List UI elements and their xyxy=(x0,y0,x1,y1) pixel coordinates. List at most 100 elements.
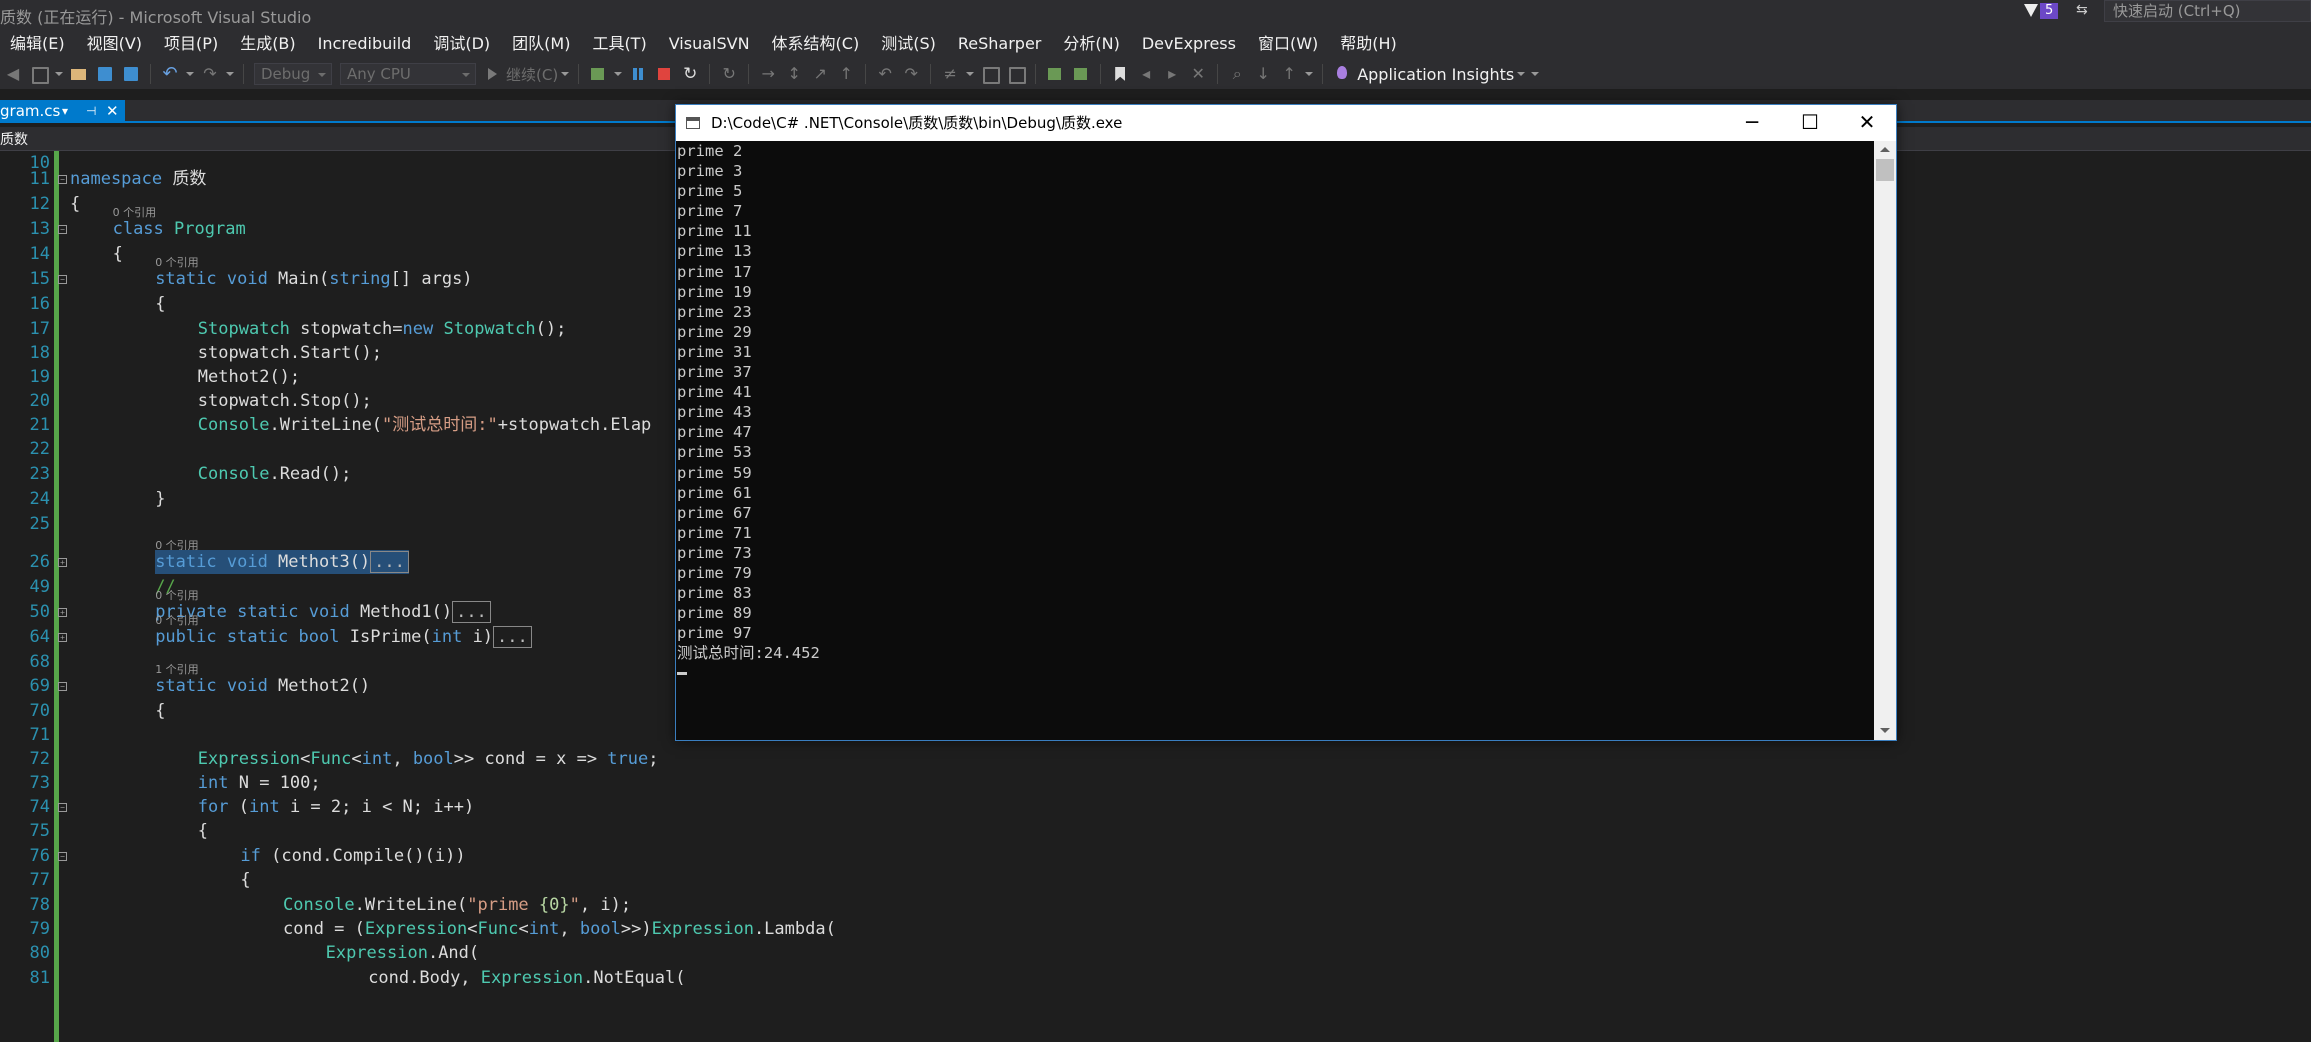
find-icon[interactable]: ⌕ xyxy=(1228,65,1246,83)
code-line[interactable]: 78 Console.WriteLine("prime {0}", i); xyxy=(0,893,2311,917)
redo-icon[interactable]: ↷ xyxy=(201,65,219,83)
code-line[interactable]: 73 int N = 100; xyxy=(0,771,2311,795)
comment-lines-icon[interactable] xyxy=(1046,65,1064,83)
save-icon[interactable] xyxy=(96,65,114,83)
open-file-icon[interactable] xyxy=(70,65,88,83)
new-project-dropdown-icon[interactable] xyxy=(55,72,63,76)
code-line[interactable]: 79 cond = (Expression<Func<int, bool>>)Ex… xyxy=(0,917,2311,941)
code-line[interactable]: 80 Expression.And( xyxy=(0,941,2311,965)
bookmark-icon[interactable] xyxy=(1111,65,1129,83)
continue-dropdown-icon[interactable] xyxy=(561,72,570,76)
application-insights-dropdown-icon[interactable] xyxy=(1517,72,1526,76)
menu-item[interactable]: ReSharper xyxy=(948,29,1054,59)
show-next-statement-icon[interactable]: ↻ xyxy=(720,65,738,83)
code-line[interactable]: 81 cond.Body, Expression.NotEqual( xyxy=(0,966,2311,990)
expand-region-icon[interactable]: + xyxy=(58,633,67,642)
menu-item[interactable]: 视图(V) xyxy=(77,29,154,59)
break-all-icon[interactable] xyxy=(629,65,647,83)
maximize-button[interactable]: ☐ xyxy=(1781,105,1839,141)
minimize-button[interactable]: ─ xyxy=(1723,105,1781,141)
threads-icon[interactable] xyxy=(981,65,1001,84)
arrow-up-icon[interactable]: ↑ xyxy=(1280,65,1298,83)
scrollbar-thumb[interactable] xyxy=(1876,159,1894,181)
menu-item[interactable]: 编辑(E) xyxy=(0,29,77,59)
code-line[interactable]: 77 { xyxy=(0,868,2311,892)
menu-item[interactable]: 生成(B) xyxy=(230,29,307,59)
console-title-bar[interactable]: D:\Code\C# .NET\Console\质数\质数\bin\Debug\… xyxy=(676,105,1896,141)
stack-frame-icon[interactable] xyxy=(1007,65,1027,84)
collapse-region-icon[interactable]: − xyxy=(58,803,67,812)
collapsed-region-marker[interactable]: ... xyxy=(452,601,491,623)
hex-display-icon[interactable]: ≠ xyxy=(941,65,959,83)
console-scrollbar[interactable] xyxy=(1874,141,1896,740)
history-back-icon[interactable]: ↶ xyxy=(876,65,894,83)
code-line[interactable]: 72 Expression<Func<int, bool>> cond = x =… xyxy=(0,747,2311,771)
uncomment-lines-icon[interactable] xyxy=(1072,65,1090,83)
step-back-icon[interactable]: ↑ xyxy=(837,65,855,83)
menu-item[interactable]: 分析(N) xyxy=(1053,29,1131,59)
collapse-region-icon[interactable]: − xyxy=(58,682,67,691)
arrow-down-icon[interactable]: ↓ xyxy=(1254,65,1272,83)
toolbar-overflow-icon[interactable] xyxy=(1531,72,1540,76)
close-button[interactable]: ✕ xyxy=(1838,105,1896,141)
new-project-icon[interactable] xyxy=(30,65,49,84)
collapse-region-icon[interactable]: − xyxy=(58,225,67,234)
scroll-up-icon[interactable] xyxy=(1880,147,1890,152)
save-all-icon[interactable] xyxy=(122,65,140,83)
toolbar-options-icon[interactable] xyxy=(1305,72,1314,76)
menu-item[interactable]: 帮助(H) xyxy=(1330,29,1409,59)
lightning-dropdown-icon[interactable] xyxy=(614,72,623,76)
close-icon[interactable]: ✕ xyxy=(106,100,119,122)
collapse-region-icon[interactable]: − xyxy=(58,852,67,861)
stop-debugging-icon[interactable] xyxy=(655,65,673,83)
clear-bookmarks-icon[interactable]: ✕ xyxy=(1189,65,1207,83)
configuration-dropdown[interactable]: Debug xyxy=(254,63,332,85)
step-into-icon[interactable]: → xyxy=(759,65,777,83)
continue-button[interactable]: 继续(C) xyxy=(506,64,558,85)
menu-item[interactable]: 项目(P) xyxy=(154,29,230,59)
prev-bookmark-icon[interactable]: ◂ xyxy=(1137,65,1155,83)
menu-item[interactable]: 体系结构(C) xyxy=(762,29,872,59)
expand-region-icon[interactable]: + xyxy=(58,608,67,617)
application-insights-button[interactable]: Application Insights xyxy=(1357,65,1514,84)
collapse-region-icon[interactable]: − xyxy=(58,275,67,284)
platform-dropdown[interactable]: Any CPU xyxy=(340,63,476,85)
step-over-icon[interactable]: ↕ xyxy=(785,65,803,83)
tab-program-cs[interactable]: gram.cs ▾ ⊣ ✕ xyxy=(0,100,125,123)
collapse-region-icon[interactable]: − xyxy=(58,175,67,184)
expand-region-icon[interactable]: + xyxy=(58,558,67,567)
project-dropdown[interactable]: 质数 xyxy=(0,129,28,149)
continue-icon[interactable] xyxy=(484,65,502,83)
console-window[interactable]: D:\Code\C# .NET\Console\质数\质数\bin\Debug\… xyxy=(675,104,1897,741)
menu-item[interactable]: DevExpress xyxy=(1132,29,1248,59)
notifications[interactable]: 5 xyxy=(2023,0,2059,22)
collapsed-region-marker[interactable]: ... xyxy=(493,626,532,648)
menu-item[interactable]: 调试(D) xyxy=(423,29,502,59)
menu-item[interactable]: 工具(T) xyxy=(582,29,658,59)
menu-item[interactable]: Incredibuild xyxy=(308,29,424,59)
next-bookmark-icon[interactable]: ▸ xyxy=(1163,65,1181,83)
redo-dropdown-icon[interactable] xyxy=(226,72,234,76)
scroll-down-icon[interactable] xyxy=(1880,728,1890,733)
menu-item[interactable]: 窗口(W) xyxy=(1248,29,1330,59)
code-line[interactable]: 76− if (cond.Compile()(i)) xyxy=(0,844,2311,868)
code-line[interactable]: 75 { xyxy=(0,819,2311,843)
code-line[interactable]: 74− for (int i = 2; i < N; i++) xyxy=(0,795,2311,819)
notification-count-badge: 5 xyxy=(2040,3,2059,19)
lightning-debug-icon[interactable] xyxy=(589,65,607,83)
tab-dropdown-icon[interactable]: ▾ xyxy=(62,100,68,122)
step-out-icon[interactable]: ↗ xyxy=(811,65,829,83)
collapsed-region-marker[interactable]: ... xyxy=(370,551,409,573)
menu-item[interactable]: 测试(S) xyxy=(871,29,948,59)
feedback-icon[interactable]: ⇆ xyxy=(2076,2,2094,18)
navigate-back-icon[interactable]: ◀ xyxy=(4,65,22,83)
hex-dropdown-icon[interactable] xyxy=(966,72,975,76)
undo-dropdown-icon[interactable] xyxy=(186,72,194,76)
menu-item[interactable]: 团队(M) xyxy=(502,29,582,59)
undo-icon[interactable]: ↶ xyxy=(161,65,179,83)
restart-icon[interactable]: ↻ xyxy=(681,65,699,83)
history-forward-icon[interactable]: ↷ xyxy=(902,65,920,83)
menu-item[interactable]: VisualSVN xyxy=(659,29,762,59)
quick-launch-input[interactable]: 快速启动 (Ctrl+Q) xyxy=(2104,0,2311,22)
pin-icon[interactable]: ⊣ xyxy=(86,100,96,122)
